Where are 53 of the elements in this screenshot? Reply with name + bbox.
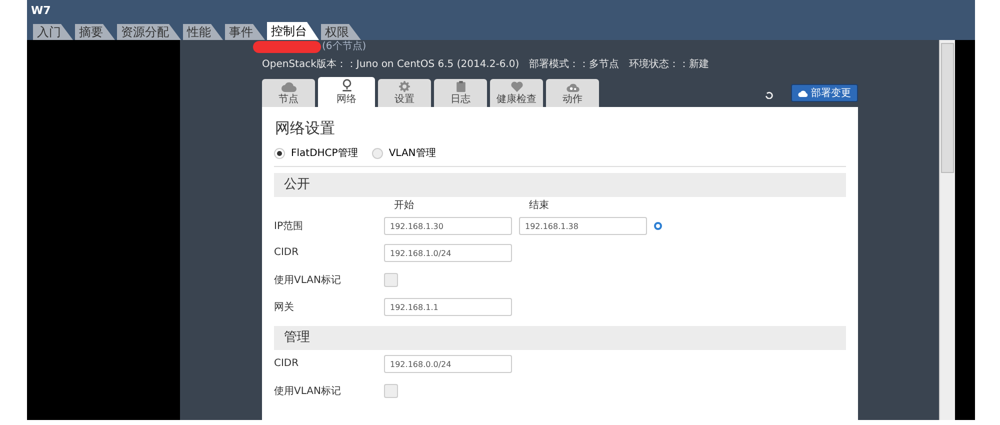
cloud-icon xyxy=(280,81,296,92)
ip-start-field[interactable]: 192.168.1.30 xyxy=(384,216,512,234)
radio-label[interactable]: VLAN管理 xyxy=(388,146,436,160)
text-field[interactable]: 192.168.1.0/24 xyxy=(384,244,512,262)
undo-icon[interactable] xyxy=(765,91,773,99)
globe-stand-icon xyxy=(340,79,354,92)
section-tab[interactable]: 节点 xyxy=(262,79,315,107)
tab[interactable]: 入门 xyxy=(33,24,73,40)
clipboard-icon xyxy=(454,81,466,92)
radio-button[interactable] xyxy=(274,148,285,158)
section-tab[interactable]: 设置 xyxy=(378,79,431,107)
scrollbar-thumb[interactable] xyxy=(941,43,954,173)
section-header: 公开 xyxy=(274,173,846,197)
gear-icon xyxy=(397,81,412,92)
tab[interactable]: 性能 xyxy=(183,24,223,40)
section-tab[interactable]: 日志 xyxy=(434,79,487,107)
checkbox[interactable] xyxy=(384,272,398,286)
radio-button[interactable] xyxy=(372,148,383,158)
tab[interactable]: 摘要 xyxy=(75,24,115,40)
node-count: (6个节点) xyxy=(322,40,368,54)
environment-info: 部署模式：：多节点 xyxy=(529,58,620,71)
field-label: 使用VLAN标记 xyxy=(274,274,342,286)
scrollbar[interactable] xyxy=(939,40,955,420)
field-label: IP范围 xyxy=(274,220,304,232)
section-tab[interactable]: 动作 xyxy=(546,79,599,107)
column-label: 开始 xyxy=(394,199,415,212)
field-label: 使用VLAN标记 xyxy=(274,384,342,398)
section-tab[interactable]: 网络 xyxy=(318,77,375,107)
field-label: CIDR xyxy=(274,358,300,369)
tab[interactable]: 控制台 xyxy=(267,22,319,40)
window-title: W7 xyxy=(27,0,975,22)
cloud-gears-icon xyxy=(564,81,580,92)
cloud-upload-icon xyxy=(798,90,808,96)
text-field[interactable]: 192.168.1.1 xyxy=(384,298,512,316)
heart-icon xyxy=(508,81,524,92)
field-label: CIDR xyxy=(274,247,300,258)
tab[interactable]: 事件 xyxy=(225,24,265,40)
radio-label[interactable]: FlatDHCP管理 xyxy=(291,146,358,160)
tab[interactable]: 资源分配 xyxy=(117,24,181,40)
environment-info: OpenStack版本：：Juno on CentOS 6.5 (2014.2-6.0) xyxy=(262,58,520,71)
section-header: 管理 xyxy=(274,326,846,350)
checkbox[interactable] xyxy=(384,384,398,398)
tab[interactable]: 权限 xyxy=(321,24,361,40)
redaction-mark xyxy=(253,41,321,53)
section-tab[interactable]: 健康检查 xyxy=(490,79,543,107)
ip-end-field[interactable]: 192.168.1.38 xyxy=(519,216,647,234)
column-label: 结束 xyxy=(529,198,549,212)
text-field[interactable]: 192.168.0.0/24 xyxy=(384,354,512,372)
add-icon[interactable] xyxy=(654,222,662,230)
environment-info: 环境状态：：新建 xyxy=(629,58,710,71)
deploy-button[interactable]: 部署变更 xyxy=(791,84,858,102)
field-label: 网关 xyxy=(274,300,295,314)
panel-title: 网络设置 xyxy=(274,118,336,139)
